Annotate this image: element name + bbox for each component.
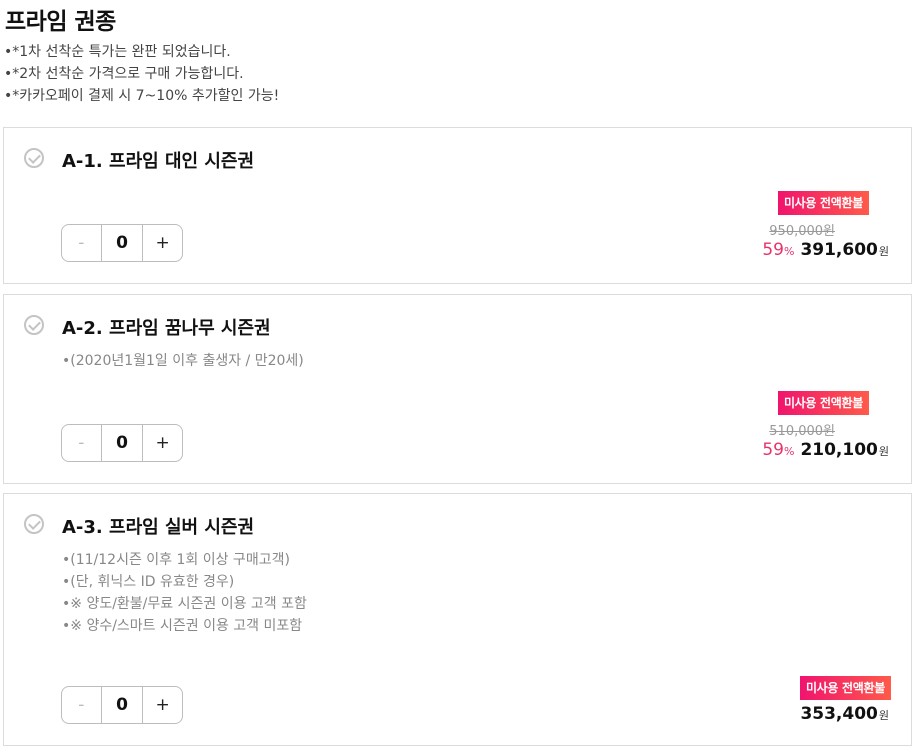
currency-unit: 원 (878, 445, 889, 458)
refund-badge: 미사용 전액환불 (799, 676, 891, 700)
product-title: A-2. 프라임 꿈나무 시즌권 (62, 318, 271, 339)
quantity-value: 0 (100, 687, 144, 723)
product-card-a2: A-2. 프라임 꿈나무 시즌권 •(2020년1월1일 이후 출생자 / 만2… (3, 294, 912, 484)
check-circle-icon[interactable] (24, 514, 44, 534)
quantity-value: 0 (100, 425, 144, 461)
price-line: 353,400원 (800, 704, 889, 724)
decrease-button[interactable]: - (62, 225, 101, 261)
refund-badge: 미사용 전액환불 (777, 391, 869, 415)
product-card-a3: A-3. 프라임 실버 시즌권 •(11/12시즌 이후 1회 이상 구매고객)… (3, 493, 912, 746)
quantity-stepper: - 0 + (61, 424, 183, 462)
product-note: •(11/12시즌 이후 1회 이상 구매고객) (62, 552, 290, 568)
notice-line: •*카카오페이 결제 시 7~10% 추가할인 가능! (4, 88, 280, 104)
increase-button[interactable]: + (143, 225, 182, 261)
original-price: 950,000원 (769, 224, 835, 239)
product-note: •(2020년1월1일 이후 출생자 / 만20세) (62, 353, 304, 369)
quantity-value: 0 (100, 225, 144, 261)
discount-unit: % (783, 445, 795, 458)
original-price: 510,000원 (769, 424, 835, 439)
increase-button[interactable]: + (143, 425, 182, 461)
currency-unit: 원 (878, 709, 889, 722)
sale-price: 391,600 (800, 240, 878, 260)
check-circle-icon[interactable] (24, 315, 44, 335)
increase-button[interactable]: + (143, 687, 182, 723)
product-title: A-3. 프라임 실버 시즌권 (62, 517, 255, 538)
check-circle-icon[interactable] (24, 148, 44, 168)
quantity-stepper: - 0 + (61, 686, 183, 724)
product-title: A-1. 프라임 대인 시즌권 (62, 151, 255, 172)
page-title: 프라임 권종 (5, 9, 116, 35)
notice-line: •*1차 선착순 특가는 완판 되었습니다. (4, 44, 231, 60)
discount-unit: % (783, 245, 795, 258)
price-line: 59% 210,100원 (762, 440, 889, 460)
currency-unit: 원 (878, 245, 889, 258)
sale-price: 353,400 (800, 704, 878, 724)
price-line: 59% 391,600원 (762, 240, 889, 260)
discount-rate: 59 (762, 240, 784, 260)
sale-price: 210,100 (800, 440, 878, 460)
product-note: •※ 양수/스마트 시즌권 이용 고객 미포함 (62, 618, 303, 634)
quantity-stepper: - 0 + (61, 224, 183, 262)
notice-line: •*2차 선착순 가격으로 구매 가능합니다. (4, 66, 244, 82)
product-note: •※ 양도/환불/무료 시즌권 이용 고객 포함 (62, 596, 307, 612)
discount-rate: 59 (762, 440, 784, 460)
product-note: •(단, 휘닉스 ID 유효한 경우) (62, 574, 235, 590)
decrease-button[interactable]: - (62, 425, 101, 461)
decrease-button[interactable]: - (62, 687, 101, 723)
product-card-a1: A-1. 프라임 대인 시즌권 - 0 + 미사용 전액환불 950,000원 … (3, 127, 912, 284)
refund-badge: 미사용 전액환불 (777, 191, 869, 215)
